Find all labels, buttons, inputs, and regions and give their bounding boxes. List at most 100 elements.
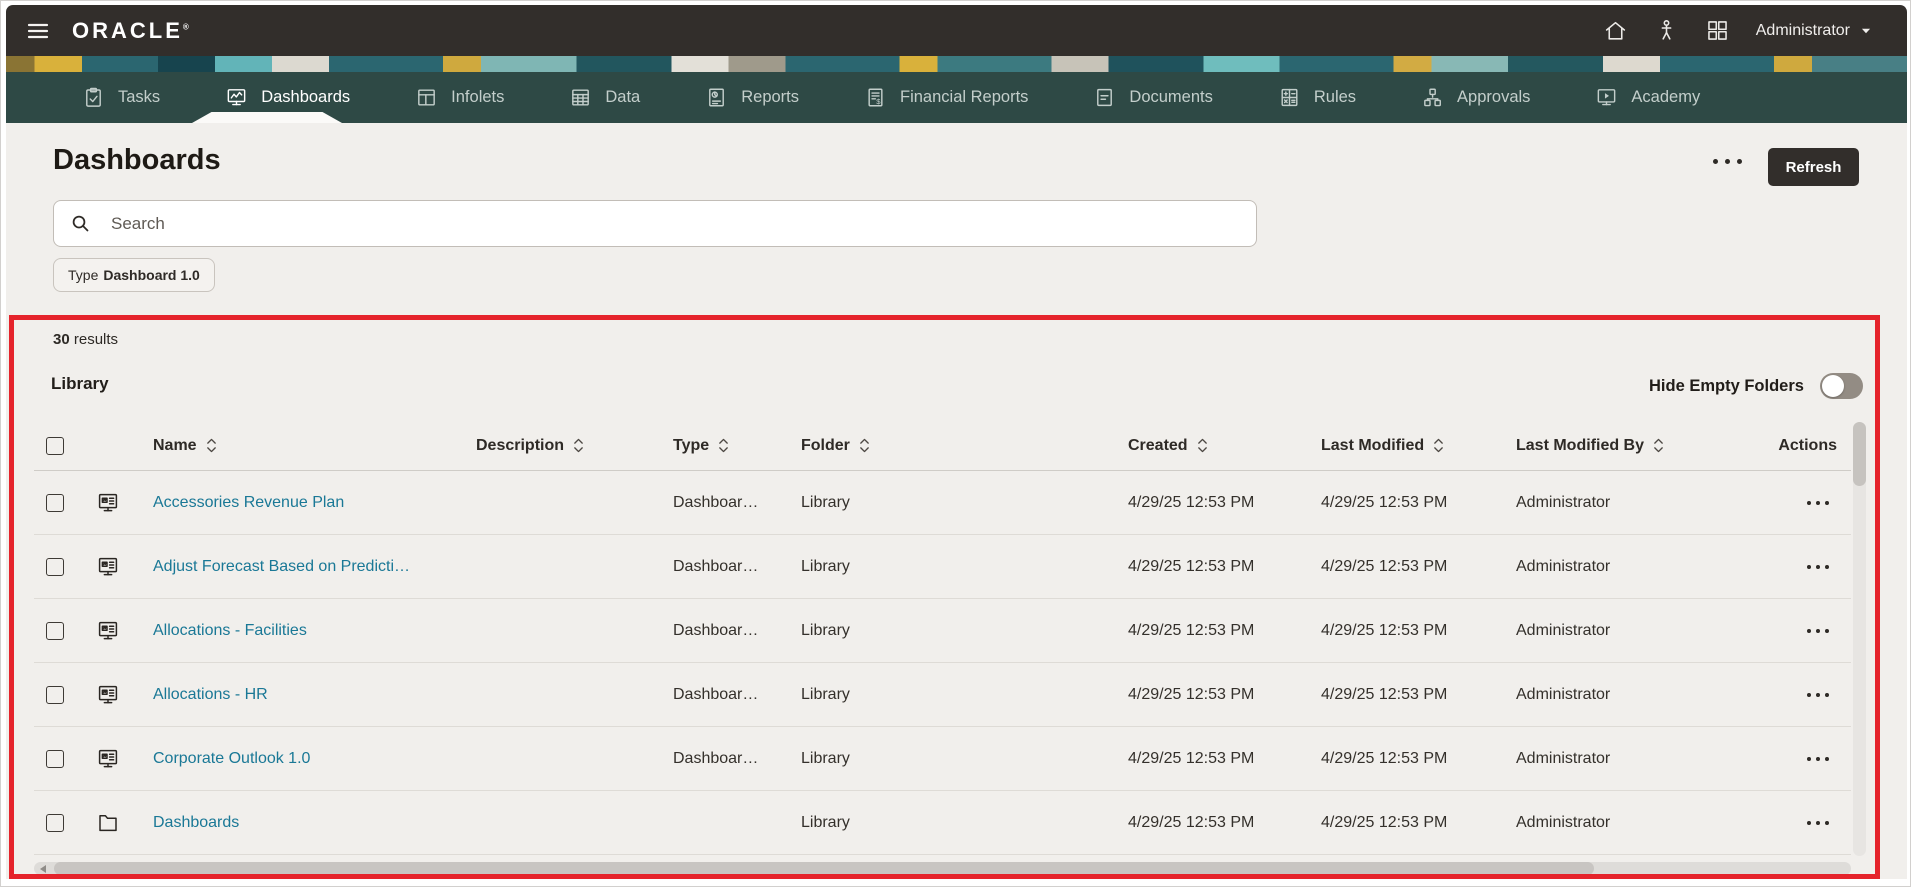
row-actions-menu[interactable] [1807, 820, 1829, 825]
tab-dashboards[interactable]: Dashboards [225, 86, 350, 109]
user-menu[interactable]: Administrator [1756, 22, 1873, 40]
row-actions-menu[interactable] [1807, 500, 1829, 505]
item-name-link[interactable]: Accessories Revenue Plan [153, 494, 344, 511]
column-header-name[interactable]: Name [141, 437, 464, 455]
row-last-modified-cell: 4/29/25 12:53 PM [1321, 685, 1448, 703]
filter-chip-value: Dashboard 1.0 [103, 267, 200, 283]
row-last-modified-by-cell: Administrator [1516, 493, 1611, 511]
home-icon[interactable] [1603, 18, 1628, 43]
tab-label: Data [605, 88, 641, 106]
row-last-modified-cell: 4/29/25 12:53 PM [1321, 621, 1448, 639]
refresh-button[interactable]: Refresh [1768, 148, 1859, 186]
svg-text:$: $ [876, 97, 881, 106]
tab-infolets[interactable]: Infolets [415, 86, 504, 109]
row-actions-menu[interactable] [1807, 756, 1829, 761]
row-checkbox[interactable] [46, 749, 64, 768]
sort-icon[interactable] [1433, 437, 1444, 454]
tab-label: Reports [741, 88, 800, 106]
sort-icon[interactable] [1197, 437, 1208, 454]
column-header-folder[interactable]: Folder [789, 437, 1116, 455]
tab-tasks[interactable]: Tasks [82, 86, 160, 109]
scroll-left-arrow-icon[interactable] [40, 864, 46, 873]
horizontal-scrollbar[interactable] [34, 862, 1851, 875]
row-checkbox[interactable] [46, 621, 64, 640]
column-header-label: Name [153, 436, 197, 454]
select-all-checkbox[interactable] [46, 436, 64, 455]
table-row: Dashboards Library 4/29/25 12:53 PM 4/29/25… [34, 791, 1851, 855]
row-checkbox[interactable] [46, 685, 64, 704]
row-type-cell: Dashboar… [673, 621, 759, 639]
column-header-last-modified[interactable]: Last Modified [1309, 437, 1504, 455]
row-folder-cell: Library [801, 557, 850, 575]
item-name-link[interactable]: Adjust Forecast Based on Predicti… [153, 558, 410, 575]
vertical-scrollbar-thumb[interactable] [1853, 422, 1866, 486]
column-header-label: Folder [801, 436, 850, 454]
sort-icon[interactable] [718, 437, 729, 454]
sort-icon[interactable] [859, 437, 870, 454]
tab-documents[interactable]: Documents [1093, 86, 1213, 109]
row-type-icon-cell [79, 811, 141, 835]
dashboard-item-icon [96, 555, 120, 579]
column-header-last-modified-by[interactable]: Last Modified By [1504, 437, 1741, 455]
top-bar: ORACLE® Administrator [6, 5, 1907, 56]
tab-approvals[interactable]: Approvals [1421, 86, 1530, 109]
tab-financial-reports[interactable]: $ Financial Reports [864, 86, 1028, 109]
item-name-link[interactable]: Allocations - HR [153, 686, 268, 703]
row-actions-menu[interactable] [1807, 692, 1829, 697]
dashboard-item-icon [96, 747, 120, 771]
navigator-icon[interactable] [1705, 18, 1730, 43]
column-header-created[interactable]: Created [1116, 437, 1309, 455]
page-overflow-menu[interactable] [1713, 159, 1742, 164]
hide-empty-folders-toggle[interactable] [1819, 373, 1863, 399]
tab-reports[interactable]: Reports [705, 86, 799, 109]
row-actions-cell [1741, 692, 1851, 697]
data-icon [569, 86, 592, 109]
menu-icon[interactable] [26, 19, 50, 43]
item-name-link[interactable]: Allocations - Facilities [153, 622, 307, 639]
page-title: Dashboards [53, 144, 221, 176]
caret-down-icon [1859, 24, 1873, 38]
table-row: Adjust Forecast Based on Predicti… Dashbo… [34, 535, 1851, 599]
row-last-modified-cell: 4/29/25 12:53 PM [1321, 813, 1448, 831]
tab-rules[interactable]: Rules [1278, 86, 1356, 109]
row-actions-menu[interactable] [1807, 564, 1829, 569]
column-header-label: Actions [1778, 436, 1837, 454]
column-header-label: Description [476, 436, 565, 454]
filter-chip-type[interactable]: Type Dashboard 1.0 [53, 258, 215, 292]
tab-label: Financial Reports [900, 88, 1029, 106]
row-checkbox[interactable] [46, 813, 64, 832]
row-select-cell [34, 557, 79, 576]
row-checkbox[interactable] [46, 557, 64, 576]
row-select-cell [34, 621, 79, 640]
row-actions-menu[interactable] [1807, 628, 1829, 633]
tab-label: Academy [1631, 88, 1701, 106]
row-checkbox[interactable] [46, 493, 64, 512]
row-folder-cell: Library [801, 685, 850, 703]
sort-icon[interactable] [1653, 437, 1664, 454]
search-input[interactable] [111, 213, 1240, 234]
row-type-cell: Dashboar… [673, 557, 759, 575]
item-name-link[interactable]: Dashboards [153, 814, 239, 831]
tab-label: Tasks [118, 88, 161, 106]
tab-data[interactable]: Data [569, 86, 640, 109]
item-name-link[interactable]: Corporate Outlook 1.0 [153, 750, 310, 767]
table-body: Accessories Revenue Plan Dashboar… Library… [34, 471, 1851, 855]
folder-icon [96, 811, 120, 835]
person-icon[interactable] [1654, 18, 1679, 43]
tab-academy[interactable]: Academy [1595, 86, 1700, 109]
row-last-modified-cell: 4/29/25 12:53 PM [1321, 493, 1448, 511]
row-actions-cell [1741, 628, 1851, 633]
sort-icon[interactable] [573, 437, 584, 454]
horizontal-scrollbar-thumb[interactable] [54, 862, 1594, 875]
row-created-cell: 4/29/25 12:53 PM [1128, 493, 1255, 511]
row-name-cell: Allocations - Facilities [141, 622, 464, 640]
row-last-modified-by-cell: Administrator [1516, 813, 1611, 831]
sort-icon[interactable] [206, 437, 217, 454]
approvals-icon [1421, 86, 1444, 109]
vertical-scrollbar[interactable] [1853, 422, 1866, 856]
row-last-modified-cell: 4/29/25 12:53 PM [1321, 557, 1448, 575]
column-header-description[interactable]: Description [464, 437, 661, 455]
row-actions-cell [1741, 564, 1851, 569]
row-created-cell: 4/29/25 12:53 PM [1128, 557, 1255, 575]
column-header-type[interactable]: Type [661, 437, 789, 455]
